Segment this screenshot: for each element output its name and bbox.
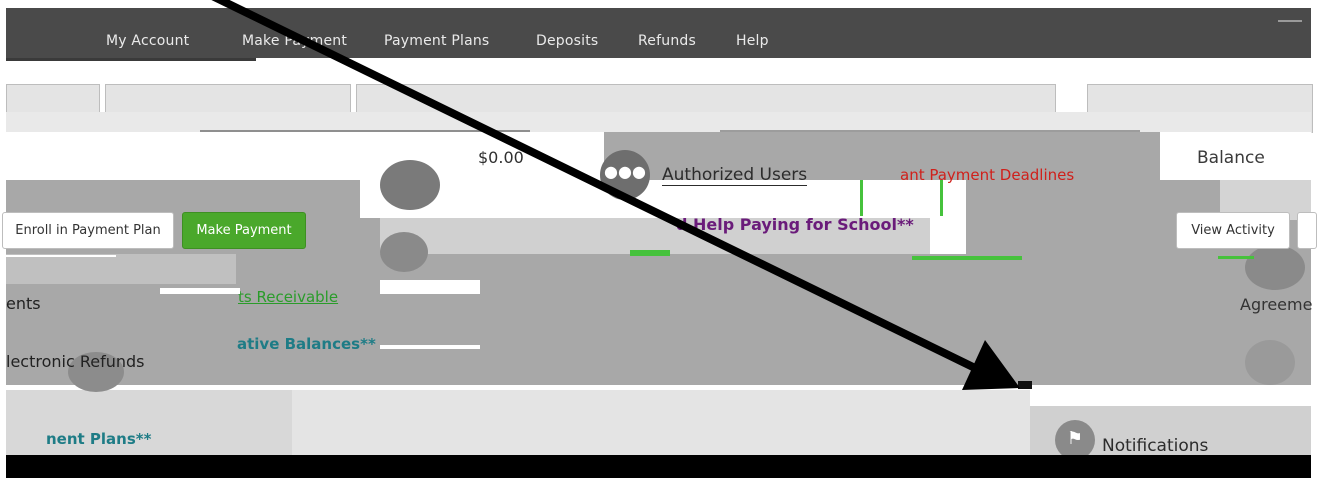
page: My Account Make Payment Payment Plans De… [0,0,1317,478]
annotation-arrow [211,0,1020,390]
